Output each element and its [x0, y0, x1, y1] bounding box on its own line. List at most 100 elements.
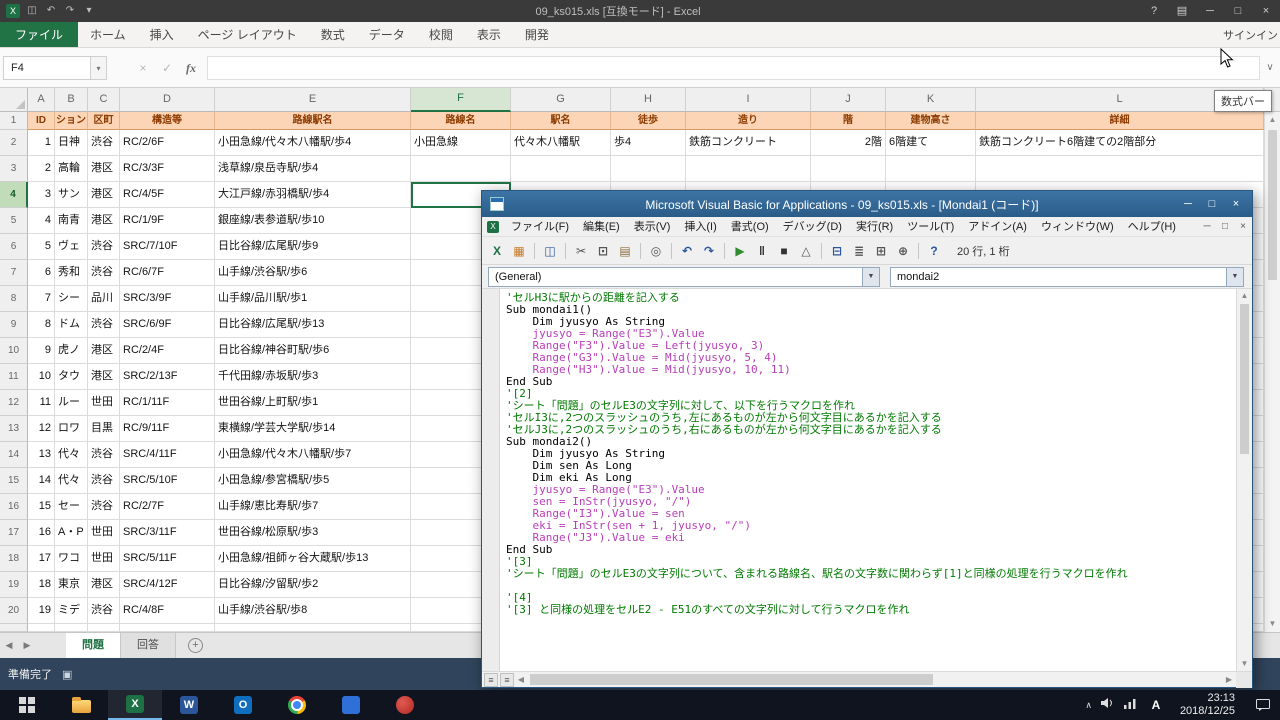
column-header-D[interactable]: D [120, 88, 215, 112]
cell[interactable]: 港区 [88, 182, 120, 208]
row-header-3[interactable]: 3 [0, 156, 28, 182]
save-icon[interactable]: ◫ [25, 4, 39, 18]
cell[interactable]: ミデ [55, 598, 88, 624]
cell[interactable]: 浅草線/泉岳寺駅/歩4 [215, 156, 411, 182]
cell[interactable]: ワコ [55, 546, 88, 572]
code-line[interactable]: End Sub [506, 376, 1234, 388]
code-pane[interactable]: 'セルH3に駅からの距離を記入するSub mondai1() Dim jyusy… [482, 289, 1252, 671]
ribbon-tab[interactable]: 表示 [465, 22, 513, 47]
cell[interactable]: 南青 [55, 208, 88, 234]
cell[interactable]: サン [55, 182, 88, 208]
cell[interactable]: 世田谷線/上町駅/歩1 [215, 390, 411, 416]
full-module-view-icon[interactable]: ≡ [500, 673, 514, 687]
cell[interactable] [28, 624, 55, 632]
column-header-A[interactable]: A [28, 88, 55, 112]
object-dropdown-icon[interactable]: ▼ [862, 268, 879, 286]
outlook-taskbar-button[interactable]: O [216, 690, 270, 720]
enter-icon[interactable]: ✓ [157, 57, 177, 79]
cell[interactable]: SRC/5/11F [120, 546, 215, 572]
cell[interactable] [811, 156, 886, 182]
code-scroll-right-icon[interactable]: ▶ [1222, 675, 1236, 684]
cell[interactable]: 千代田線/赤坂駅/歩3 [215, 364, 411, 390]
column-header-J[interactable]: J [811, 88, 886, 112]
cell[interactable]: 14 [28, 468, 55, 494]
design-mode-icon[interactable]: △ [796, 241, 816, 261]
cell[interactable]: 港区 [88, 208, 120, 234]
row-header-18[interactable]: 18 [0, 546, 28, 572]
cell[interactable]: RC/4/5F [120, 182, 215, 208]
cell[interactable]: 代々木八幡駅 [511, 130, 611, 156]
cell[interactable]: 歩4 [611, 130, 686, 156]
code-line[interactable]: 'セルJ3に,2つのスラッシュのうち,右にあるものが左から何文字目にあるかを記入… [506, 424, 1234, 436]
cell[interactable]: 小田急線/参宮橋駅/歩5 [215, 468, 411, 494]
redo-icon[interactable]: ↷ [63, 4, 77, 18]
resize-grip[interactable] [1236, 672, 1252, 688]
cell[interactable]: 日比谷線/広尾駅/歩13 [215, 312, 411, 338]
cell[interactable]: RC/1/9F [120, 208, 215, 234]
code-line[interactable]: 'セルH3に駅からの距離を記入する [506, 292, 1234, 304]
network-icon[interactable] [1124, 696, 1138, 714]
cell[interactable]: SRC/3/9F [120, 286, 215, 312]
sheet-tab-回答[interactable]: 回答 [121, 633, 176, 658]
cell[interactable]: タウ [55, 364, 88, 390]
toolbox-icon[interactable]: ⊕ [893, 241, 913, 261]
cell[interactable]: 目黒 [88, 416, 120, 442]
tray-chevron-icon[interactable]: ∧ [1085, 700, 1092, 711]
code-line[interactable]: 'シート「問題」のセルE3の文字列について、含まれる路線名、駅名の文字数に関わら… [506, 568, 1234, 580]
row-header-5[interactable]: 5 [0, 208, 28, 234]
insert-object-icon[interactable]: ▦ [509, 241, 529, 261]
cell[interactable]: RC/9/11F [120, 416, 215, 442]
cell[interactable]: 東横線/学芸大学駅/歩14 [215, 416, 411, 442]
excel-app-icon[interactable]: X [6, 4, 20, 18]
code-vertical-scrollbar[interactable]: ▲ ▼ [1236, 289, 1252, 671]
code-line[interactable]: Range("J3").Value = eki [506, 532, 1234, 544]
vba-menu-item[interactable]: 挿入(I) [677, 217, 723, 237]
cell[interactable] [88, 624, 120, 632]
formula-expand-icon[interactable]: ∨ [1260, 56, 1280, 80]
cell[interactable]: 渋谷 [88, 598, 120, 624]
vba-menu-item[interactable]: アドイン(A) [961, 217, 1034, 237]
cell[interactable] [976, 156, 1264, 182]
excel-vertical-scrollbar[interactable]: ▲ ▼ [1264, 88, 1280, 632]
new-sheet-button[interactable]: + [188, 638, 203, 653]
project-explorer-icon[interactable]: ⊟ [827, 241, 847, 261]
cell[interactable]: 4 [28, 208, 55, 234]
cell[interactable]: 山手線/渋谷駅/歩8 [215, 598, 411, 624]
cell[interactable] [611, 156, 686, 182]
cell[interactable]: 13 [28, 442, 55, 468]
chrome-taskbar-button[interactable] [270, 690, 324, 720]
vba-child-restore-icon[interactable]: □ [1216, 221, 1234, 232]
cell[interactable]: 大江戸線/赤羽橋駅/歩4 [215, 182, 411, 208]
row-header-8[interactable]: 8 [0, 286, 28, 312]
column-header-I[interactable]: I [686, 88, 811, 112]
column-header-B[interactable]: B [55, 88, 88, 112]
cell[interactable]: 7 [28, 286, 55, 312]
row-header-10[interactable]: 10 [0, 338, 28, 364]
code-text[interactable]: 'セルH3に駅からの距離を記入するSub mondai1() Dim jyusy… [506, 292, 1234, 616]
cell[interactable] [886, 156, 976, 182]
cell[interactable]: 日比谷線/広尾駅/歩9 [215, 234, 411, 260]
ribbon-tab[interactable]: 校閲 [417, 22, 465, 47]
row-header-4[interactable]: 4 [0, 182, 28, 208]
code-hscroll-track[interactable] [528, 672, 1222, 687]
cell[interactable]: 港区 [88, 156, 120, 182]
cell[interactable]: 8 [28, 312, 55, 338]
minimize-icon[interactable]: ─ [1196, 0, 1224, 22]
cell[interactable]: 渋谷 [88, 234, 120, 260]
cell[interactable]: 小田急線/祖師ヶ谷大蔵駅/歩13 [215, 546, 411, 572]
excel-taskbar-button[interactable]: X [108, 690, 162, 720]
cell[interactable]: 小田急線/代々木八幡駅/歩7 [215, 442, 411, 468]
cell[interactable]: 虎ノ [55, 338, 88, 364]
cell[interactable]: 世田谷線/松原駅/歩3 [215, 520, 411, 546]
cell[interactable]: 港区 [88, 364, 120, 390]
cell[interactable]: 渋谷 [88, 468, 120, 494]
cell[interactable]: SRC/6/9F [120, 312, 215, 338]
object-dropdown[interactable]: (General) ▼ [488, 267, 880, 287]
cell[interactable]: A・P [55, 520, 88, 546]
action-center-icon[interactable] [1250, 699, 1276, 711]
cancel-icon[interactable]: × [133, 57, 153, 79]
cell[interactable]: 10 [28, 364, 55, 390]
cell[interactable]: 2 [28, 156, 55, 182]
ribbon-tab[interactable]: データ [357, 22, 417, 47]
undo-icon[interactable]: ↶ [677, 241, 697, 261]
